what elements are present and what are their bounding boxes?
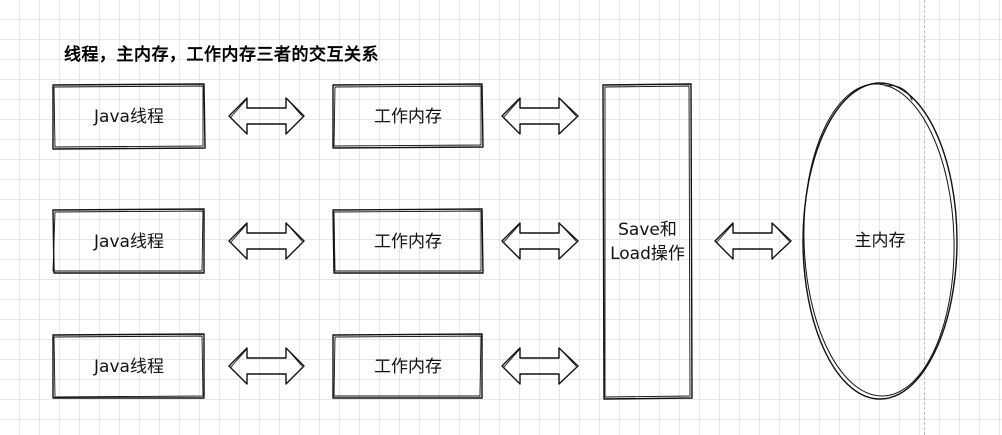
- save-load-label-line2: Load操作: [610, 243, 685, 264]
- arrow-thread-work-2: [228, 222, 305, 260]
- arrow-thread-work-1: [228, 97, 305, 135]
- work-memory-label-2: 工作内存: [374, 231, 442, 252]
- arrow-thread-work-3: [228, 347, 305, 385]
- save-load-label: Save和 Load操作: [603, 210, 692, 273]
- thread-label-1: Java线程: [94, 106, 164, 127]
- work-memory-label-3: 工作内存: [374, 356, 442, 377]
- main-memory-label: 主内存: [854, 231, 906, 251]
- arrow-saveload-main: [714, 222, 792, 260]
- save-load-label-line1: Save和: [618, 219, 677, 240]
- diagram-title: 线程，主内存，工作内存三者的交互关系: [64, 45, 379, 65]
- arrow-work-saveload-2: [501, 222, 579, 260]
- thread-label-3: Java线程: [94, 356, 164, 377]
- work-memory-label-1: 工作内存: [374, 106, 442, 127]
- thread-label-2: Java线程: [94, 231, 164, 252]
- arrow-work-saveload-1: [501, 97, 579, 135]
- arrow-work-saveload-3: [501, 347, 579, 385]
